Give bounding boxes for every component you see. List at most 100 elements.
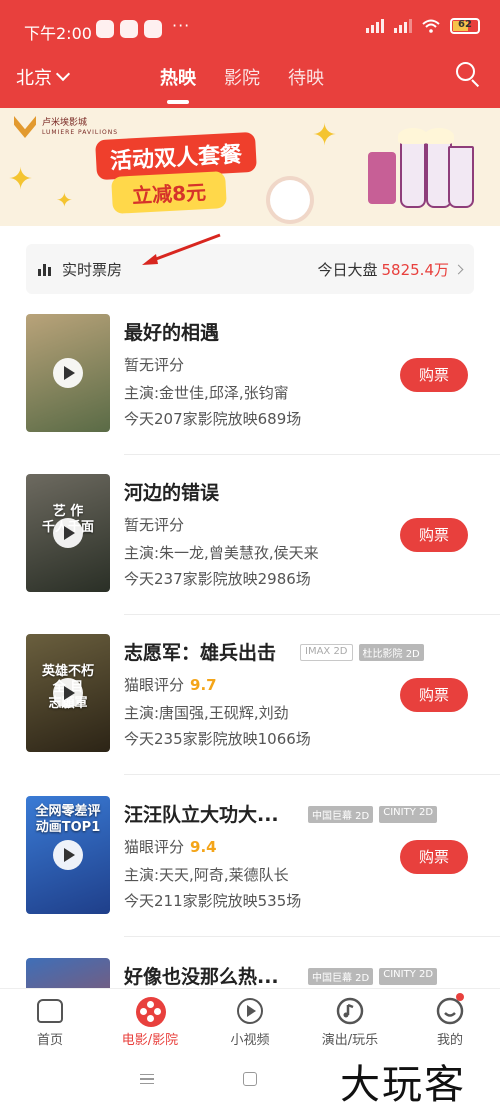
movie-poster[interactable]: 全网零差评 动画TOP1 — [26, 796, 110, 914]
city-label: 北京 — [16, 68, 52, 89]
movie-title: 好像也没那么热... — [124, 966, 279, 988]
wifi-icon — [422, 19, 440, 33]
buy-ticket-button[interactable]: 购票 — [400, 358, 468, 392]
nav-label: 首页 — [36, 1033, 63, 1048]
bar-chart-icon — [38, 262, 54, 276]
movie-rating: 猫眼评分 9.4 — [124, 836, 217, 857]
flower-decoration — [270, 180, 310, 220]
status-bar: 下午2:00 ··· 62 — [0, 0, 500, 56]
movie-item[interactable]: 最好的相遇暂无评分主演:金世佳,邱泽,张钧甯 今天207家影院放映689场 购票 — [26, 314, 474, 434]
nav-movies[interactable]: 电影/影院 — [100, 989, 200, 1050]
movie-item[interactable]: 全网零差评 动画TOP1 汪汪队立大功大... 中国巨幕 2D CINITY 2D 猫眼… — [26, 796, 474, 916]
bottom-nav: 首页 电影/影院 小视频 演出/玩乐 我的 — [0, 988, 500, 1050]
rating-score: 9.4 — [190, 838, 217, 856]
movie-poster[interactable] — [26, 314, 110, 432]
chat-notification-icon — [144, 20, 162, 38]
app-screen: 下午2:00 ··· 62 北京 热映 影院 待映 卢米埃影城 LUMIERE … — [0, 0, 500, 1111]
format-tags: 中国巨幕 2D CINITY 2D — [308, 968, 438, 985]
movie-title: 河边的错误 — [124, 482, 220, 504]
more-notifications-icon: ··· — [172, 16, 191, 35]
movie-poster[interactable]: 艺 作 千人千面 — [26, 474, 110, 592]
search-icon[interactable] — [456, 62, 482, 88]
movie-title: 志愿军：雄兵出击 — [124, 642, 277, 664]
today-label: 今日大盘 — [317, 260, 378, 279]
battery-percent: 62 — [458, 19, 472, 30]
profile-icon — [436, 997, 464, 1025]
poster-caption: 全网零差评 动画TOP1 — [35, 804, 101, 835]
movie-poster[interactable]: 英雄不朽 全 目 志願軍 — [26, 634, 110, 752]
list-divider — [124, 936, 500, 937]
notification-icons — [96, 20, 162, 38]
star-decoration-icon: ✦ — [56, 188, 73, 212]
movie-showings: 今天207家影院放映689场 — [124, 410, 302, 428]
movie-rating: 暂无评分 — [124, 514, 184, 535]
format-tags: 中国巨幕 2D CINITY 2D — [308, 806, 438, 823]
category-tabs: 热映 影院 待映 — [160, 64, 324, 90]
buy-ticket-button[interactable]: 购票 — [400, 678, 468, 712]
play-icon[interactable] — [53, 840, 83, 870]
system-indicators: 62 — [366, 18, 480, 34]
buy-ticket-button[interactable]: 购票 — [400, 840, 468, 874]
today-total: 今日大盘 5825.4万 — [317, 259, 464, 280]
promo-banner[interactable]: 卢米埃影城 LUMIERE PAVILIONS ✦ ✦ ✦ 活动双人套餐 立减8… — [0, 108, 500, 226]
chevron-right-icon — [453, 264, 464, 274]
format-tags: IMAX 2D 杜比影院 2D — [300, 644, 424, 661]
movie-rating: 猫眼评分 9.7 — [124, 674, 217, 695]
box-office-label: 实时票房 — [62, 260, 123, 279]
banner-discount: 立减8元 — [111, 171, 227, 214]
format-tag: CINITY 2D — [379, 968, 438, 985]
film-reel-icon — [136, 997, 166, 1027]
format-tag: 中国巨幕 2D — [308, 806, 374, 823]
play-icon[interactable] — [53, 358, 83, 388]
nav-shows[interactable]: 演出/玩乐 — [300, 989, 400, 1050]
nav-short-video[interactable]: 小视频 — [200, 989, 300, 1050]
brand-name: 卢米埃影城 — [42, 118, 88, 128]
rating-label: 猫眼评分 — [124, 676, 185, 694]
movie-title: 最好的相遇 — [124, 322, 220, 344]
movie-title: 汪汪队立大功大... — [124, 804, 279, 826]
cinema-logo: 卢米埃影城 LUMIERE PAVILIONS — [14, 116, 118, 138]
home-icon — [37, 999, 63, 1023]
movie-cast: 主演:天天,阿奇,莱德队长 — [124, 866, 289, 884]
nav-home[interactable]: 首页 — [0, 989, 100, 1050]
buy-ticket-button[interactable]: 购票 — [400, 518, 468, 552]
movie-item[interactable]: 英雄不朽 全 目 志願軍志愿军：雄兵出击 IMAX 2D 杜比影院 2D 猫眼评分 9.… — [26, 634, 474, 754]
format-tag: 中国巨幕 2D — [308, 968, 374, 985]
main-nav: 北京 热映 影院 待映 — [0, 56, 500, 108]
city-selector[interactable]: 北京 — [16, 64, 71, 90]
app-notification-icon — [120, 20, 138, 38]
tab-now-showing[interactable]: 热映 — [160, 64, 196, 90]
brand-name-en: LUMIERE PAVILIONS — [42, 129, 119, 136]
list-divider — [124, 614, 500, 615]
nav-label: 电影/影院 — [121, 1033, 179, 1048]
tab-cinemas[interactable]: 影院 — [224, 64, 260, 90]
star-decoration-icon: ✦ — [8, 162, 34, 197]
battery-icon: 62 — [450, 18, 480, 34]
movie-cast: 主演:金世佳,邱泽,张钧甯 — [124, 384, 289, 402]
cinema-logo-icon — [14, 116, 36, 138]
list-divider — [124, 454, 500, 455]
home-button-icon[interactable] — [243, 1072, 257, 1086]
format-tag: IMAX 2D — [300, 644, 353, 661]
movie-rating: 暂无评分 — [124, 354, 184, 375]
realtime-box-office-bar[interactable]: 实时票房 今日大盘 5825.4万 — [26, 244, 474, 294]
rating-score: 9.7 — [190, 676, 217, 694]
signal-icon — [366, 19, 384, 33]
chevron-down-icon — [55, 66, 71, 82]
play-icon[interactable] — [53, 678, 83, 708]
play-icon[interactable] — [53, 518, 83, 548]
format-tag: CINITY 2D — [379, 806, 438, 823]
list-divider — [124, 774, 500, 775]
recent-apps-icon[interactable] — [140, 1074, 154, 1084]
watermark: 大玩客 — [340, 1062, 466, 1108]
nav-label: 小视频 — [230, 1033, 270, 1048]
movie-cast: 主演:唐国强,王砚辉,刘劲 — [124, 704, 289, 722]
tab-coming-soon[interactable]: 待映 — [288, 64, 324, 90]
movie-item[interactable]: 艺 作 千人千面河边的错误暂无评分主演:朱一龙,曾美慧孜,侯天来今天237家影院… — [26, 474, 474, 594]
format-tag: 杜比影院 2D — [358, 644, 424, 661]
notification-dot — [456, 993, 464, 1001]
nav-label: 演出/玩乐 — [321, 1033, 379, 1048]
snack-combo-image — [368, 128, 474, 218]
play-circle-icon — [237, 998, 263, 1024]
nav-profile[interactable]: 我的 — [400, 989, 500, 1050]
